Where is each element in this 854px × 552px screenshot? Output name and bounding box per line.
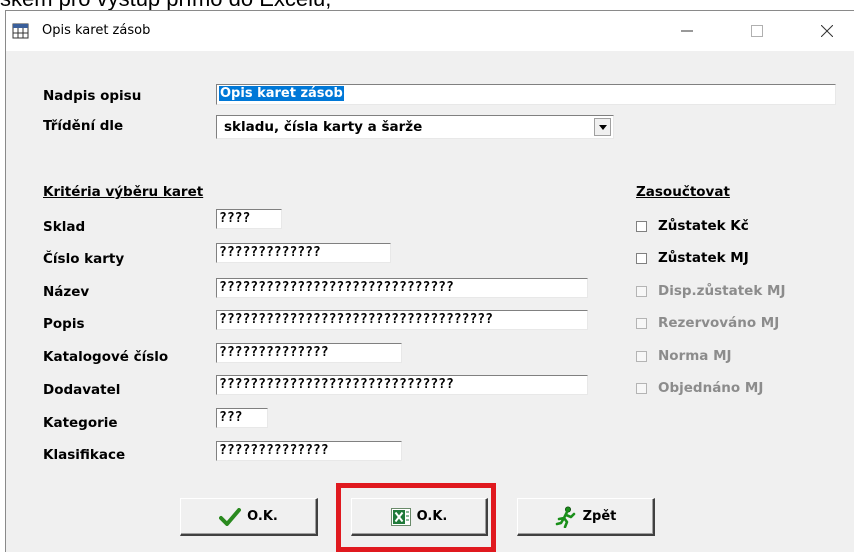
checkbox-disp-zustatek-mj xyxy=(636,285,647,297)
criteria-label-katalogove-cislo: Katalogové číslo xyxy=(43,349,169,365)
total-option-objednano-mj: Objednáno MJ xyxy=(636,378,763,398)
criteria-label-sklad: Sklad xyxy=(43,219,86,235)
caption-input[interactable]: Opis karet zásob xyxy=(216,84,836,105)
total-option-label: Norma MJ xyxy=(658,348,732,364)
checkbox-norma-mj xyxy=(636,350,647,362)
close-icon xyxy=(821,25,833,37)
total-option-disp-zustatek-mj: Disp.zůstatek MJ xyxy=(636,281,785,301)
criteria-label-kategorie: Kategorie xyxy=(43,415,118,431)
checkbox-zustatek-kc[interactable] xyxy=(636,220,647,232)
caption-label: Nadpis opisu xyxy=(43,88,142,104)
close-button[interactable] xyxy=(804,11,850,51)
ok-button[interactable]: O.K. xyxy=(180,498,318,536)
table-grid-icon xyxy=(12,23,29,39)
dropdown-arrow-icon xyxy=(598,124,607,130)
sklad-input[interactable]: ???? xyxy=(216,209,282,229)
caption-input-selected-text: Opis karet zásob xyxy=(219,86,344,101)
katalogove-cislo-input[interactable]: ?????????????? xyxy=(216,343,402,363)
total-option-zustatek-mj[interactable]: Zůstatek MJ xyxy=(636,248,749,268)
criteria-label-cislo-karty: Číslo karty xyxy=(43,251,125,267)
title-bar: Opis karet zásob xyxy=(6,11,854,51)
total-option-norma-mj: Norma MJ xyxy=(636,346,732,366)
checkbox-objednano-mj xyxy=(636,382,647,394)
klasifikace-input[interactable]: ?????????????? xyxy=(216,441,402,461)
cislo-karty-input[interactable]: ????????????? xyxy=(216,243,391,263)
excel-ok-button[interactable]: O.K. xyxy=(351,498,488,536)
dodavatel-input[interactable]: ?????????????????????????????? xyxy=(216,375,588,395)
total-option-zustatek-kc[interactable]: Zůstatek Kč xyxy=(636,216,749,236)
checkbox-rezervovano-mj xyxy=(636,317,647,329)
kategorie-input[interactable]: ??? xyxy=(216,408,268,428)
total-option-label: Zůstatek Kč xyxy=(658,218,749,234)
window-title: Opis karet zásob xyxy=(42,23,151,38)
running-man-icon xyxy=(555,506,575,528)
back-button[interactable]: Zpět xyxy=(517,498,655,536)
sort-select-dropdown-button[interactable] xyxy=(594,118,611,136)
maximize-button[interactable] xyxy=(734,11,780,51)
nazev-input[interactable]: ?????????????????????????????? xyxy=(216,278,588,298)
criteria-heading: Kritéria výběru karet xyxy=(43,184,204,200)
criteria-label-popis: Popis xyxy=(43,316,85,332)
total-option-label: Objednáno MJ xyxy=(658,380,764,396)
sort-select-value: skladu, čísla karty a šarže xyxy=(224,119,423,135)
total-option-label: Disp.zůstatek MJ xyxy=(658,283,786,299)
checkmark-icon xyxy=(219,507,242,526)
ok-button-label: O.K. xyxy=(247,509,278,524)
excel-icon xyxy=(390,507,411,526)
back-button-label: Zpět xyxy=(582,509,617,524)
sort-select[interactable]: skladu, čísla karty a šarže xyxy=(216,115,614,139)
total-option-label: Rezervováno MJ xyxy=(658,315,780,331)
checkbox-zustatek-mj[interactable] xyxy=(636,252,647,264)
criteria-label-nazev: Název xyxy=(43,284,90,300)
criteria-label-dodavatel: Dodavatel xyxy=(43,382,121,398)
sort-label: Třídění dle xyxy=(43,118,124,134)
criteria-label-klasifikace: Klasifikace xyxy=(43,447,126,463)
totals-heading: Zasoučtovat xyxy=(636,184,730,200)
popis-input[interactable]: ??????????????????????????????????? xyxy=(216,310,588,330)
total-option-label: Zůstatek MJ xyxy=(658,250,749,266)
maximize-icon xyxy=(751,25,763,37)
total-option-rezervovano-mj: Rezervováno MJ xyxy=(636,313,779,333)
excel-ok-button-label: O.K. xyxy=(416,509,448,524)
minimize-icon xyxy=(681,30,693,32)
minimize-button[interactable] xyxy=(664,11,710,51)
